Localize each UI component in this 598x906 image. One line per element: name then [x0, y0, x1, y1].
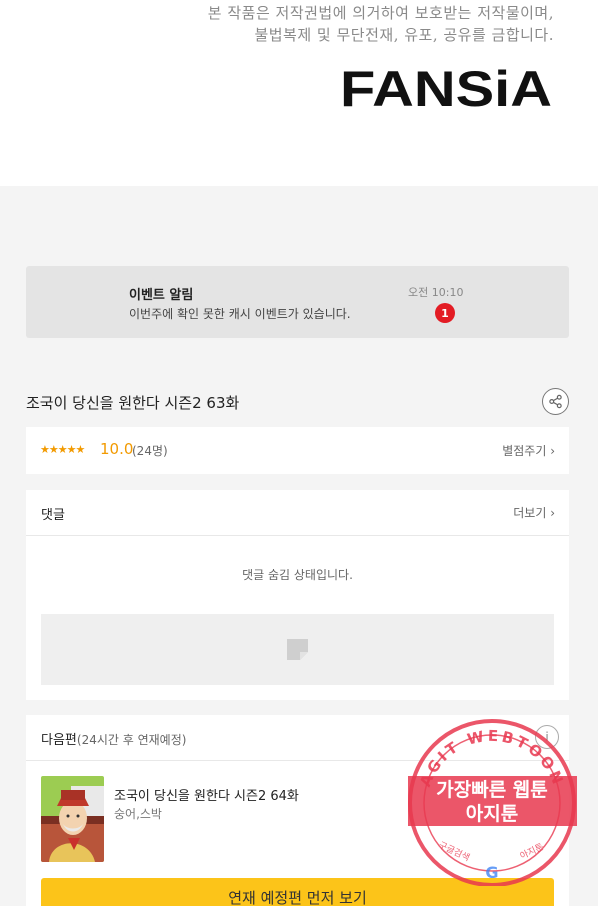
- next-schedule-text: (24시간 후 연재예정): [76, 733, 187, 747]
- episode-title: 조국이 당신을 원한다 시즌2 63화: [26, 394, 240, 412]
- notification-text: 이번주에 확인 못한 캐시 이벤트가 있습니다.: [129, 307, 351, 321]
- comment-hidden-message: 댓글 숨김 상태입니다.: [242, 568, 353, 582]
- comment-more-link[interactable]: 더보기 ›: [513, 504, 555, 521]
- next-label-text: 다음편: [41, 733, 77, 748]
- next-episode-author: 숭어,스박: [114, 807, 162, 821]
- comment-label: 댓글: [41, 508, 65, 523]
- preview-button[interactable]: 연재 예정편 먼저 보기: [41, 878, 554, 906]
- rating-stars: ★★★★★: [40, 443, 85, 456]
- copyright-line-1: 본 작품은 저작권법에 의거하여 보호받는 저작물이며,: [207, 4, 554, 22]
- next-episode-section: 다음편(24시간 후 연재예정) i 조국이 당신을 원한다 시즌2 64화 숭…: [26, 715, 569, 906]
- logo-text: FANSiA: [340, 62, 552, 110]
- notification-title: 이벤트 알림: [129, 288, 194, 303]
- rating-card: ★★★★★ 10.0 (24명) 별점주기 ›: [26, 427, 569, 474]
- image-placeholder-icon: [287, 639, 308, 660]
- notification-time: 오전 10:10: [408, 286, 464, 299]
- fansia-logo: FANSiA: [340, 62, 552, 110]
- comment-section: 댓글 더보기 › 댓글 숨김 상태입니다.: [26, 490, 569, 700]
- info-icon[interactable]: i: [535, 725, 559, 749]
- rating-score: 10.0: [100, 440, 134, 458]
- event-notification[interactable]: 이벤트 알림 이번주에 확인 못한 캐시 이벤트가 있습니다. 오전 10:10…: [26, 266, 569, 338]
- comment-header: 댓글 더보기 ›: [26, 490, 569, 536]
- rate-button[interactable]: 별점주기 ›: [502, 442, 555, 459]
- next-episode-label: 다음편(24시간 후 연재예정): [41, 729, 186, 748]
- share-icon: [549, 394, 562, 409]
- copyright-line-2: 불법복제 및 무단전재, 유포, 공유를 금합니다.: [254, 26, 554, 44]
- rating-count: (24명): [132, 444, 168, 458]
- copyright-section: 본 작품은 저작권법에 의거하여 보호받는 저작물이며, 불법복제 및 무단전재…: [0, 0, 598, 186]
- next-episode-header: 다음편(24시간 후 연재예정) i: [26, 715, 569, 761]
- next-episode-thumbnail[interactable]: [41, 776, 104, 862]
- share-button[interactable]: [542, 388, 569, 415]
- ad-placeholder[interactable]: [41, 614, 554, 685]
- notification-badge: 1: [435, 303, 455, 323]
- copyright-notice: 본 작품은 저작권법에 의거하여 보호받는 저작물이며, 불법복제 및 무단전재…: [208, 2, 554, 46]
- next-episode-title[interactable]: 조국이 당신을 원한다 시즌2 64화: [114, 785, 299, 804]
